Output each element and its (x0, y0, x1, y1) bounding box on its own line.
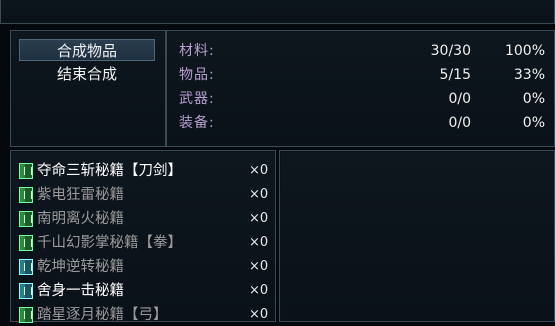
book-icon (19, 211, 33, 227)
item-name: 千山幻影掌秘籍【拳】 (37, 235, 182, 251)
stat-row-materials: 材料: 30/30 100% (179, 40, 545, 62)
item-quantity: ×0 (249, 235, 269, 250)
stat-value: 5/15 (439, 67, 471, 83)
list-item[interactable]: 踏星逐月秘籍【弓】 ×0 (19, 304, 269, 326)
item-quantity: ×0 (249, 187, 269, 202)
book-icon (19, 187, 33, 203)
stat-value: 30/30 (430, 43, 471, 59)
item-name: 乾坤逆转秘籍 (37, 259, 124, 275)
stat-value: 0/0 (448, 115, 471, 131)
stat-percent: 100% (504, 43, 545, 59)
list-item[interactable]: 紫电狂雷秘籍 ×0 (19, 184, 269, 206)
list-item[interactable]: 舍身一击秘籍 ×0 (19, 280, 269, 302)
item-quantity: ×0 (249, 283, 269, 298)
synthesize-item-command[interactable]: 合成物品 (19, 39, 155, 61)
list-item[interactable]: 乾坤逆转秘籍 ×0 (19, 256, 269, 278)
list-item[interactable]: 夺命三斩秘籍【刀剑】 ×0 (19, 160, 269, 182)
item-list-panel: 夺命三斩秘籍【刀剑】 ×0 紫电狂雷秘籍 ×0 南明离火秘籍 ×0 千山幻影掌秘… (10, 150, 276, 323)
book-icon (19, 307, 33, 323)
item-quantity: ×0 (249, 259, 269, 274)
stat-value: 0/0 (448, 91, 471, 107)
stats-panel: 材料: 30/30 100% 物品: 5/15 33% 武器: 0/0 0% 装… (166, 30, 555, 147)
list-item[interactable]: 南明离火秘籍 ×0 (19, 208, 269, 230)
end-synthesis-command[interactable]: 结束合成 (19, 63, 155, 85)
stat-percent: 0% (522, 115, 545, 131)
item-name: 南明离火秘籍 (37, 211, 124, 227)
stat-percent: 33% (513, 67, 545, 83)
stat-label: 装备: (179, 115, 215, 131)
stat-row-equipment: 装备: 0/0 0% (179, 112, 545, 134)
book-icon (19, 235, 33, 251)
stat-label: 武器: (179, 91, 215, 107)
item-name: 踏星逐月秘籍【弓】 (37, 307, 168, 323)
item-detail-panel (279, 150, 555, 322)
item-quantity: ×0 (249, 163, 269, 178)
stat-row-weapons: 武器: 0/0 0% (179, 88, 545, 110)
item-name: 夺命三斩秘籍【刀剑】 (37, 163, 182, 179)
book-icon (19, 259, 33, 275)
book-icon (19, 163, 33, 179)
item-name: 舍身一击秘籍 (37, 283, 124, 299)
item-name: 紫电狂雷秘籍 (37, 187, 124, 203)
stat-row-items: 物品: 5/15 33% (179, 64, 545, 86)
command-panel: 合成物品 结束合成 (10, 30, 166, 147)
stat-percent: 0% (522, 91, 545, 107)
stat-label: 材料: (179, 43, 215, 59)
book-icon (19, 283, 33, 299)
item-quantity: ×0 (249, 307, 269, 322)
item-quantity: ×0 (249, 211, 269, 226)
stat-label: 物品: (179, 67, 215, 83)
top-bar (0, 0, 555, 24)
list-item[interactable]: 千山幻影掌秘籍【拳】 ×0 (19, 232, 269, 254)
